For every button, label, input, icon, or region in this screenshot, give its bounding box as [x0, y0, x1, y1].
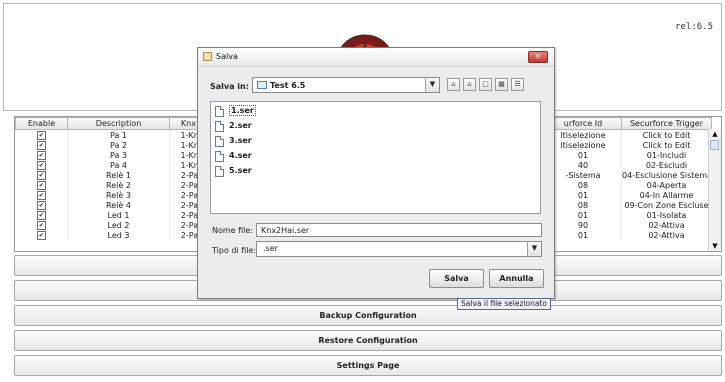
column-header-description[interactable]: Description: [67, 117, 170, 130]
close-icon[interactable]: ✕: [528, 51, 548, 63]
description-cell: Pa 3: [67, 150, 170, 160]
release-label: rel:6.5: [675, 22, 713, 32]
enable-checkbox[interactable]: ✔: [15, 180, 68, 190]
enable-checkbox[interactable]: ✔: [15, 170, 68, 180]
securforce-id-cell: 90: [544, 220, 622, 230]
securforce-trigger-cell[interactable]: 01-Includi: [621, 150, 712, 160]
securforce-trigger-cell[interactable]: 02-Escludi: [621, 160, 712, 170]
checkbox[interactable]: ✔: [36, 130, 46, 140]
save-dialog: Salva ✕ Salva in: Test 6.5 ▼ ⌂ ⌂ □ ▦ ☰ 1…: [197, 47, 555, 299]
save-button[interactable]: Salva: [429, 269, 484, 288]
securforce-trigger-cell[interactable]: 02-Attiva: [621, 220, 712, 230]
checkbox[interactable]: ✔: [36, 160, 46, 170]
description-cell: Relè 4: [67, 200, 170, 210]
description-cell: Relè 3: [67, 190, 170, 200]
filetype-label: Tipo di file:: [212, 246, 257, 255]
enable-checkbox[interactable]: ✔: [15, 140, 68, 150]
securforce-id-cell: 01: [544, 190, 622, 200]
securforce-trigger-cell[interactable]: 04-Aperta: [621, 180, 712, 190]
restore-configuration-button[interactable]: Restore Configuration: [14, 330, 722, 351]
home-icon[interactable]: ⌂: [463, 78, 476, 91]
column-header-securforce-trigger[interactable]: Securforce Trigger: [621, 117, 712, 130]
securforce-id-cell: 01: [544, 150, 622, 160]
scroll-thumb[interactable]: [710, 140, 719, 150]
enable-checkbox[interactable]: ✔: [15, 129, 68, 140]
filename-label: Nome file:: [212, 226, 254, 235]
dialog-title-bar[interactable]: Salva ✕: [198, 48, 554, 67]
checkbox[interactable]: ✔: [36, 180, 46, 190]
up-folder-icon[interactable]: ⌂: [447, 78, 460, 91]
filename-input[interactable]: Knx2Hai.ser: [256, 223, 542, 237]
column-header-securforce-id[interactable]: urforce Id: [544, 117, 622, 130]
enable-checkbox[interactable]: ✔: [15, 160, 68, 170]
description-cell: Pa 2: [67, 140, 170, 150]
enable-checkbox[interactable]: ✔: [15, 200, 68, 210]
filetype-select[interactable]: .ser ▼: [256, 241, 542, 257]
folder-icon: [257, 81, 267, 89]
enable-checkbox[interactable]: ✔: [15, 230, 68, 240]
securforce-trigger-cell[interactable]: Click to Edit: [621, 140, 712, 150]
description-cell: Led 2: [67, 220, 170, 230]
file-icon: [215, 106, 224, 117]
securforce-trigger-cell[interactable]: 04-In Allarme: [621, 190, 712, 200]
enable-checkbox[interactable]: ✔: [15, 220, 68, 230]
securforce-id-cell: 40: [544, 160, 622, 170]
securforce-trigger-cell[interactable]: 02-Attiva: [621, 230, 712, 240]
current-folder: Test 6.5: [270, 81, 306, 90]
checkbox[interactable]: ✔: [36, 200, 46, 210]
save-tooltip: Salva il file selezionato: [457, 298, 551, 310]
securforce-trigger-cell[interactable]: 01-Isolata: [621, 210, 712, 220]
enable-checkbox[interactable]: ✔: [15, 150, 68, 160]
cancel-button[interactable]: Annulla: [489, 269, 544, 288]
list-view-icon[interactable]: ▦: [495, 78, 508, 91]
java-icon: [203, 52, 212, 61]
enable-checkbox[interactable]: ✔: [15, 210, 68, 220]
file-icon: [215, 166, 224, 177]
checkbox[interactable]: ✔: [36, 170, 46, 180]
file-icon: [215, 121, 224, 132]
description-cell: Led 3: [67, 230, 170, 240]
checkbox[interactable]: ✔: [36, 220, 46, 230]
description-cell: Relè 1: [67, 170, 170, 180]
securforce-trigger-cell[interactable]: Click to Edit: [621, 129, 712, 140]
chevron-down-icon[interactable]: ▼: [425, 78, 439, 92]
description-cell: Relè 2: [67, 180, 170, 190]
securforce-id-cell: ltiselezione: [544, 140, 622, 150]
securforce-id-cell: 08: [544, 200, 622, 210]
scroll-down-arrow-icon[interactable]: ▼: [709, 241, 721, 251]
securforce-id-cell: ltiselezione: [544, 129, 622, 140]
file-list[interactable]: 1.ser 2.ser 3.ser 4.ser 5.ser: [210, 101, 541, 214]
save-in-combo[interactable]: Test 6.5 ▼: [252, 77, 440, 93]
enable-checkbox[interactable]: ✔: [15, 190, 68, 200]
checkbox[interactable]: ✔: [36, 190, 46, 200]
details-view-icon[interactable]: ☰: [511, 78, 524, 91]
dialog-title: Salva: [216, 52, 238, 61]
securforce-trigger-cell[interactable]: 04-Esclusione Sistema: [621, 170, 712, 180]
description-cell: Pa 4: [67, 160, 170, 170]
save-in-label: Salva in:: [210, 82, 249, 91]
description-cell: Led 1: [67, 210, 170, 220]
securforce-trigger-cell[interactable]: 09-Con Zone Escluse: [621, 200, 712, 210]
chevron-down-icon[interactable]: ▼: [527, 242, 541, 256]
backup-configuration-button[interactable]: Backup Configuration: [14, 305, 722, 326]
checkbox[interactable]: ✔: [36, 230, 46, 240]
settings-page-button[interactable]: Settings Page: [14, 355, 722, 376]
file-icon: [215, 136, 224, 147]
securforce-id-cell: 01: [544, 210, 622, 220]
securforce-id-cell: -Sistema: [544, 170, 622, 180]
securforce-id-cell: 08: [544, 180, 622, 190]
scroll-up-arrow-icon[interactable]: ▲: [709, 129, 721, 139]
checkbox[interactable]: ✔: [36, 150, 46, 160]
description-cell: Pa 1: [67, 129, 170, 140]
file-icon: [215, 151, 224, 162]
securforce-id-cell: 01: [544, 230, 622, 240]
new-folder-icon[interactable]: □: [479, 78, 492, 91]
checkbox[interactable]: ✔: [36, 210, 46, 220]
checkbox[interactable]: ✔: [36, 140, 46, 150]
table-scrollbar[interactable]: ▲ ▼: [708, 129, 721, 251]
column-header-enable[interactable]: Enable: [15, 117, 68, 130]
